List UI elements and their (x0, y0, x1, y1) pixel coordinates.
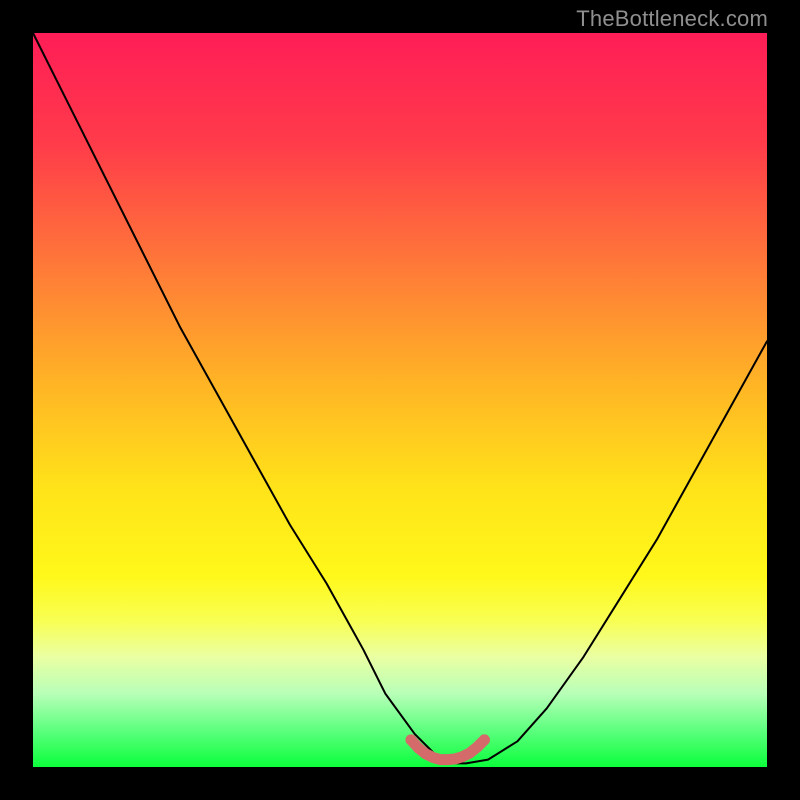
main-curve (33, 33, 767, 763)
chart-frame: TheBottleneck.com (0, 0, 800, 800)
chart-svg (33, 33, 767, 767)
plot-area (33, 33, 767, 767)
watermark-text: TheBottleneck.com (576, 6, 768, 32)
